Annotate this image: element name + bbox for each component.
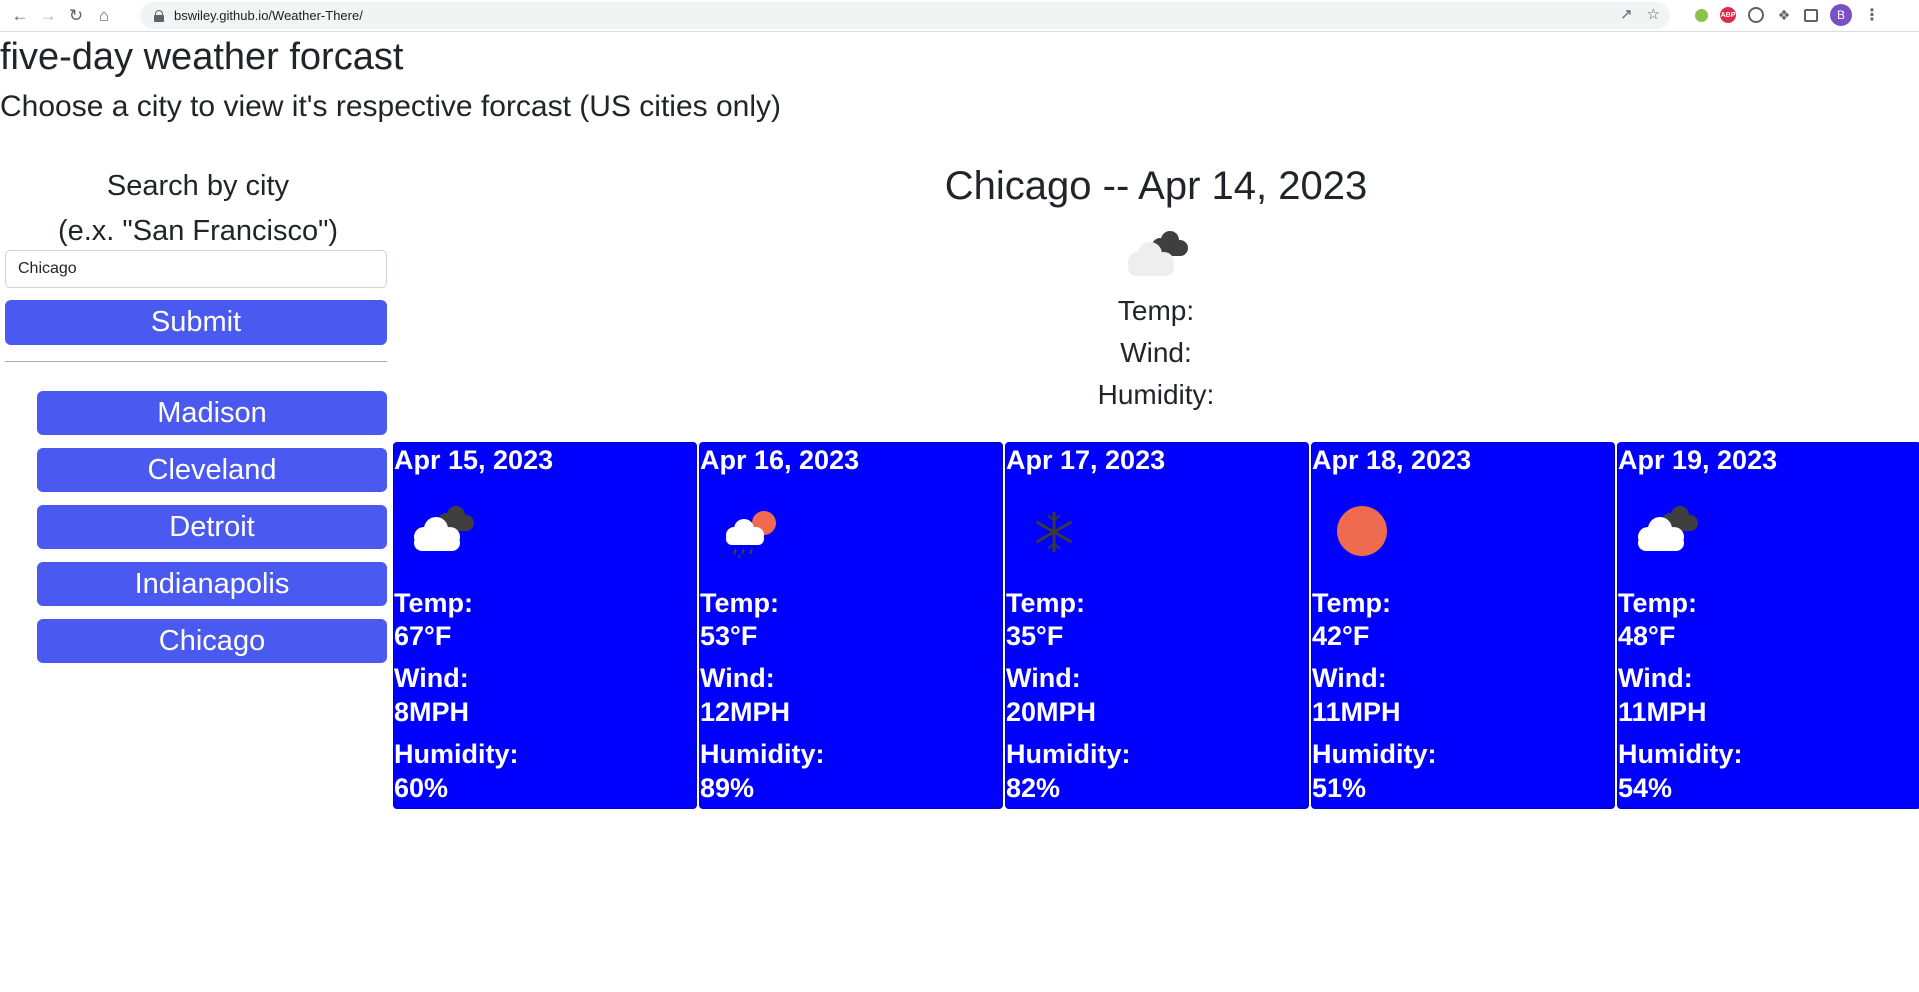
history-button-chicago[interactable]: Chicago [37, 619, 387, 663]
forecast-date: Apr 18, 2023 [1312, 445, 1472, 475]
back-icon[interactable]: ← [6, 2, 34, 30]
forecast-card: Apr 19, 2023 Temp: 48°F Wind: 11MPH Humi… [1617, 442, 1919, 809]
forecast-card: Apr 17, 2023 Temp: 35°F Wind: 20MPH Humi… [1005, 442, 1309, 809]
humidity-label: Humidity: [1312, 739, 1437, 769]
current-temp-label: Temp: [1117, 295, 1195, 326]
humidity-label: Humidity: [700, 739, 825, 769]
temp-label: Temp: [1312, 588, 1391, 618]
forecast-date: Apr 19, 2023 [1618, 445, 1778, 475]
temp-label: Temp: [700, 588, 779, 618]
wind-value: 12MPH [700, 697, 791, 727]
url-text: bswiley.github.io/Weather-There/ [174, 8, 363, 23]
wind-value: 20MPH [1006, 697, 1097, 727]
temp-label: Temp: [1006, 588, 1085, 618]
city-search-input[interactable] [5, 250, 387, 288]
forecast-cards: Apr 15, 2023 Temp: 67°F Wind: 8MPH Humid… [393, 442, 1919, 809]
humidity-label: Humidity: [1618, 739, 1743, 769]
profile-avatar[interactable]: B [1830, 4, 1852, 26]
temp-value: 42°F [1312, 621, 1370, 651]
search-history-list: Madison Cleveland Detroit Indianapolis C… [37, 391, 387, 676]
page-subtitle: Choose a city to view it's respective fo… [0, 90, 781, 123]
temp-value: 67°F [394, 621, 452, 651]
history-button-detroit[interactable]: Detroit [37, 505, 387, 549]
current-wind-label: Wind: [1120, 337, 1192, 368]
extension-green-icon[interactable] [1695, 8, 1708, 22]
temp-value: 35°F [1006, 621, 1064, 651]
broken-clouds-icon [1630, 501, 1702, 559]
browser-toolbar: ← → ↻ ⌂ bswiley.github.io/Weather-There/… [0, 0, 1919, 32]
broken-clouds-icon [1120, 228, 1192, 284]
humidity-value: 60% [394, 773, 449, 803]
forecast-card: Apr 15, 2023 Temp: 67°F Wind: 8MPH Humid… [393, 442, 697, 809]
temp-value: 53°F [700, 621, 758, 651]
wind-label: Wind: [394, 663, 469, 693]
history-button-madison[interactable]: Madison [37, 391, 387, 435]
current-city-date: Chicago -- Apr 14, 2023 [944, 164, 1368, 208]
adblock-plus-icon[interactable]: ABP [1720, 7, 1736, 23]
history-button-cleveland[interactable]: Cleveland [37, 448, 387, 492]
temp-value: 48°F [1618, 621, 1676, 651]
temp-label: Temp: [394, 588, 473, 618]
address-bar[interactable]: bswiley.github.io/Weather-There/ ↗ ☆ [140, 2, 1670, 29]
wind-label: Wind: [1312, 663, 1387, 693]
side-panel-icon[interactable] [1804, 8, 1818, 22]
wind-value: 11MPH [1312, 697, 1401, 727]
humidity-value: 51% [1312, 773, 1367, 803]
forecast-card: Apr 16, 2023 Temp: 53°F Wind: 12MPH Humi… [699, 442, 1003, 809]
submit-button[interactable]: Submit [5, 300, 387, 345]
share-icon[interactable]: ↗ [1620, 5, 1633, 23]
humidity-value: 54% [1618, 773, 1673, 803]
page-title: five-day weather forcast [0, 36, 404, 78]
forecast-date: Apr 16, 2023 [700, 445, 860, 475]
extension-ring-icon[interactable] [1748, 7, 1764, 23]
humidity-label: Humidity: [394, 739, 519, 769]
clear-sky-icon [1324, 501, 1396, 559]
reload-icon[interactable]: ↻ [62, 2, 90, 30]
wind-value: 11MPH [1618, 697, 1707, 727]
broken-clouds-icon [406, 501, 478, 559]
wind-value: 8MPH [394, 697, 470, 727]
bookmark-star-icon[interactable]: ☆ [1647, 5, 1660, 23]
rain-icon [712, 501, 784, 559]
lock-icon [154, 9, 164, 22]
temp-label: Temp: [1618, 588, 1697, 618]
forecast-date: Apr 17, 2023 [1006, 445, 1166, 475]
browser-menu-icon[interactable]: ⋮ [1864, 5, 1880, 25]
forecast-card: Apr 18, 2023 Temp: 42°F Wind: 11MPH Humi… [1311, 442, 1615, 809]
humidity-label: Humidity: [1006, 739, 1131, 769]
wind-label: Wind: [1618, 663, 1693, 693]
current-weather: Chicago -- Apr 14, 2023 Temp: Wind: Humi… [393, 160, 1919, 416]
forward-icon[interactable]: → [34, 2, 62, 30]
search-label: Search by city (e.x. "San Francisco") [4, 164, 392, 254]
search-label-line2: (e.x. "San Francisco") [57, 215, 339, 247]
history-button-indianapolis[interactable]: Indianapolis [37, 562, 387, 606]
extensions-puzzle-icon[interactable]: ❖ [1776, 7, 1792, 23]
humidity-value: 82% [1006, 773, 1061, 803]
snow-icon [1018, 501, 1090, 559]
wind-label: Wind: [1006, 663, 1081, 693]
home-icon[interactable]: ⌂ [90, 2, 118, 30]
humidity-value: 89% [700, 773, 755, 803]
current-humidity-label: Humidity: [1097, 379, 1215, 410]
search-label-line1: Search by city [106, 170, 290, 202]
forecast-date: Apr 15, 2023 [394, 445, 554, 475]
divider [5, 361, 387, 362]
wind-label: Wind: [700, 663, 775, 693]
